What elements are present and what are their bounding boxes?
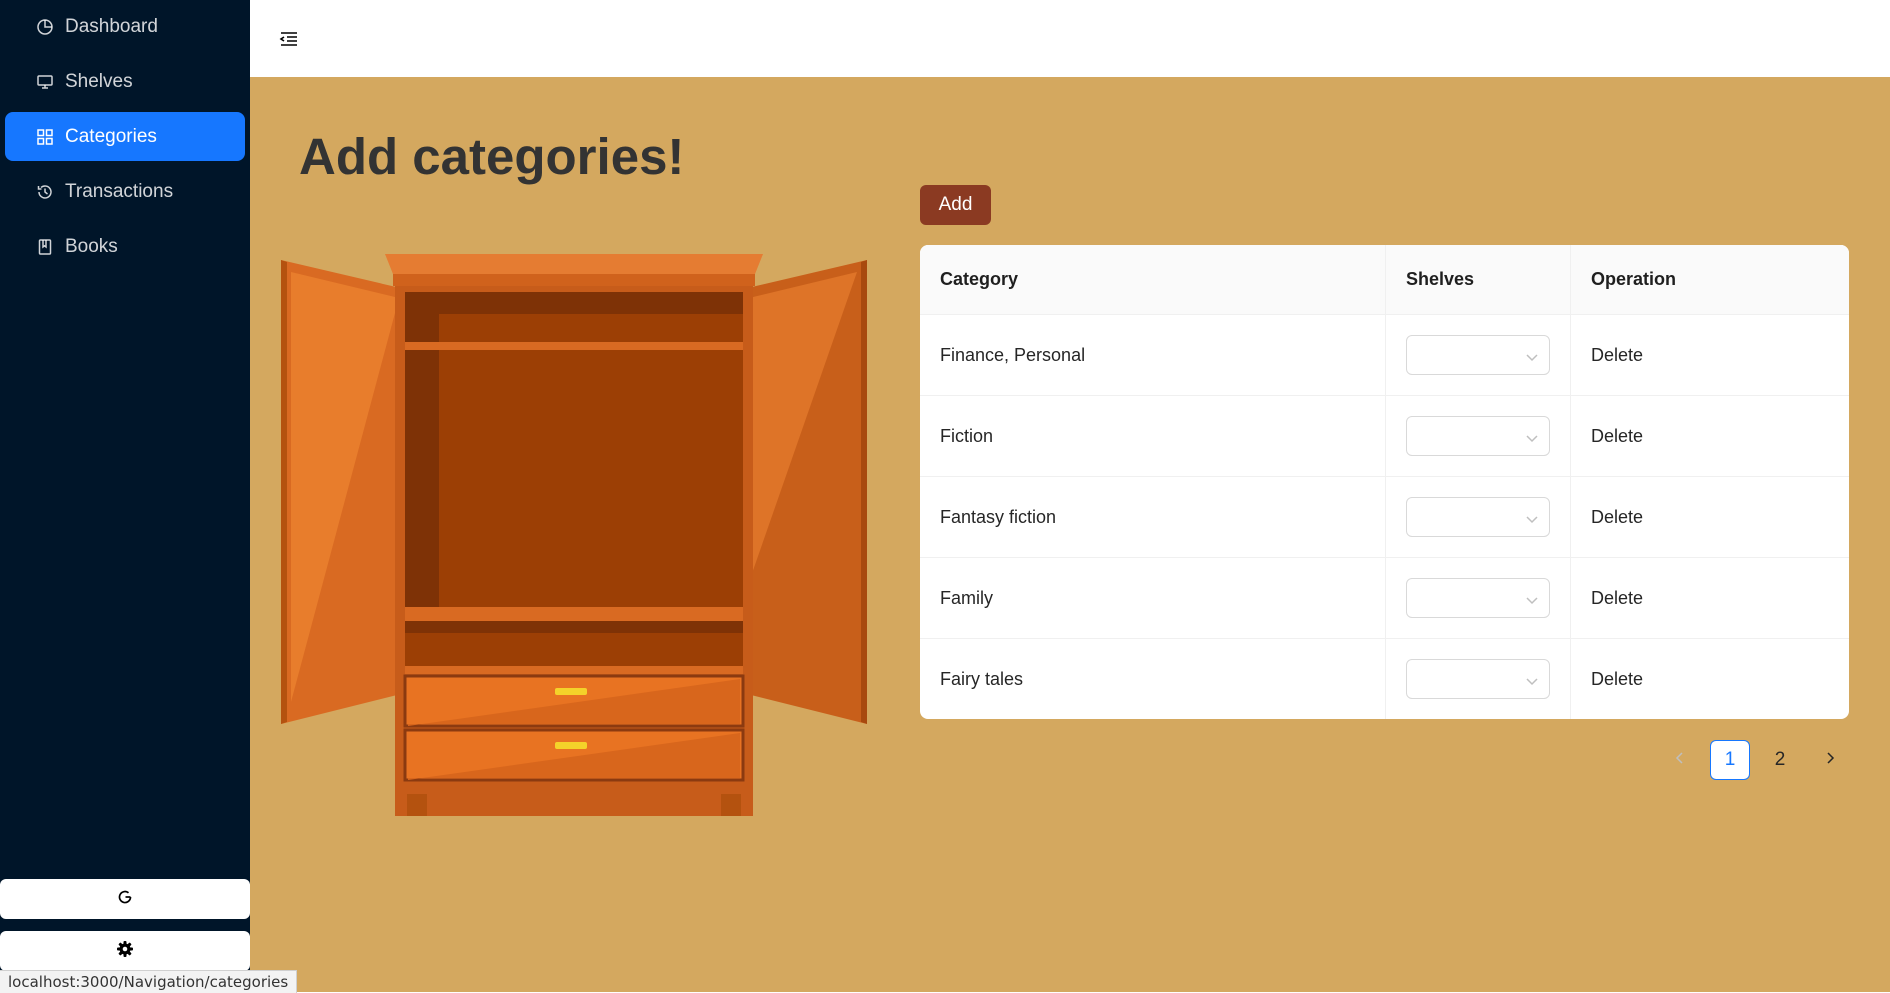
shelves-cell — [1386, 639, 1571, 719]
categories-table: Category Shelves Operation Finance, Pers… — [920, 245, 1849, 719]
column-header-shelves: Shelves — [1386, 245, 1571, 314]
table-row: Fairy tales Delete — [920, 639, 1849, 719]
sidebar-item-label: Transactions — [65, 180, 174, 202]
category-cell: Family — [920, 558, 1386, 638]
table-row: Finance, Personal Delete — [920, 315, 1849, 396]
chevron-down-icon — [1525, 510, 1539, 524]
shelves-select[interactable] — [1406, 578, 1550, 618]
shelves-select[interactable] — [1406, 659, 1550, 699]
chevron-down-icon — [1525, 429, 1539, 443]
top-header — [250, 0, 1890, 77]
menu-fold-icon[interactable] — [278, 28, 300, 50]
sidebar-item-books[interactable]: Books — [5, 222, 245, 271]
book-icon — [35, 237, 55, 257]
sidebar-item-dashboard[interactable]: Dashboard — [5, 2, 245, 51]
pie-chart-icon — [35, 17, 55, 37]
delete-link[interactable]: Delete — [1591, 669, 1643, 690]
shelves-select[interactable] — [1406, 335, 1550, 375]
shelves-cell — [1386, 396, 1571, 476]
pagination-page-1[interactable]: 1 — [1710, 740, 1750, 780]
shelves-select[interactable] — [1406, 416, 1550, 456]
delete-link[interactable]: Delete — [1591, 426, 1643, 447]
operation-cell: Delete — [1571, 396, 1849, 476]
sidebar-item-transactions[interactable]: Transactions — [5, 167, 245, 216]
reload-button[interactable] — [0, 879, 250, 919]
category-cell: Fantasy fiction — [920, 477, 1386, 557]
shelves-cell — [1386, 477, 1571, 557]
category-cell: Fairy tales — [920, 639, 1386, 719]
chevron-down-icon — [1525, 672, 1539, 686]
chevron-down-icon — [1525, 591, 1539, 605]
sidebar-item-categories[interactable]: Categories — [5, 112, 245, 161]
sidebar-item-label: Categories — [65, 125, 157, 147]
settings-button[interactable] — [0, 931, 250, 971]
reload-icon — [116, 888, 134, 911]
settings-icon — [116, 940, 134, 963]
table-row: Family Delete — [920, 558, 1849, 639]
page-title: Add categories! — [299, 128, 685, 185]
chevron-right-icon — [1823, 749, 1837, 771]
shelves-select[interactable] — [1406, 497, 1550, 537]
table-header: Category Shelves Operation — [920, 245, 1849, 315]
sidebar-item-shelves[interactable]: Shelves — [5, 57, 245, 106]
delete-link[interactable]: Delete — [1591, 345, 1643, 366]
sidebar-item-label: Shelves — [65, 70, 133, 92]
appstore-icon — [35, 127, 55, 147]
shelves-cell — [1386, 315, 1571, 395]
table-row: Fantasy fiction Delete — [920, 477, 1849, 558]
main-content: Add categories! Add Category Shelves Ope… — [250, 77, 1890, 992]
wardrobe-illustration — [271, 252, 876, 857]
desktop-icon — [35, 72, 55, 92]
chevron-left-icon — [1673, 749, 1687, 771]
delete-link[interactable]: Delete — [1591, 588, 1643, 609]
operation-cell: Delete — [1571, 315, 1849, 395]
table-row: Fiction Delete — [920, 396, 1849, 477]
chevron-down-icon — [1525, 348, 1539, 362]
sidebar-item-label: Dashboard — [65, 15, 158, 37]
column-header-operation: Operation — [1591, 269, 1677, 289]
delete-link[interactable]: Delete — [1591, 507, 1643, 528]
category-cell: Finance, Personal — [920, 315, 1386, 395]
history-icon — [35, 182, 55, 202]
pagination-page-2[interactable]: 2 — [1760, 740, 1800, 780]
shelves-cell — [1386, 558, 1571, 638]
browser-status-url: localhost:3000/Navigation/categories — [0, 970, 298, 993]
operation-cell: Delete — [1571, 639, 1849, 719]
operation-cell: Delete — [1571, 558, 1849, 638]
category-cell: Fiction — [920, 396, 1386, 476]
pagination: 1 2 — [1660, 740, 1860, 780]
column-header-category: Category — [920, 245, 1386, 314]
sidebar-item-label: Books — [65, 235, 118, 257]
pagination-next-button[interactable] — [1810, 740, 1850, 780]
add-button[interactable]: Add — [920, 185, 991, 225]
sidebar: Dashboard Shelves Categories Transaction… — [0, 0, 250, 992]
pagination-prev-button[interactable] — [1660, 740, 1700, 780]
operation-cell: Delete — [1571, 477, 1849, 557]
